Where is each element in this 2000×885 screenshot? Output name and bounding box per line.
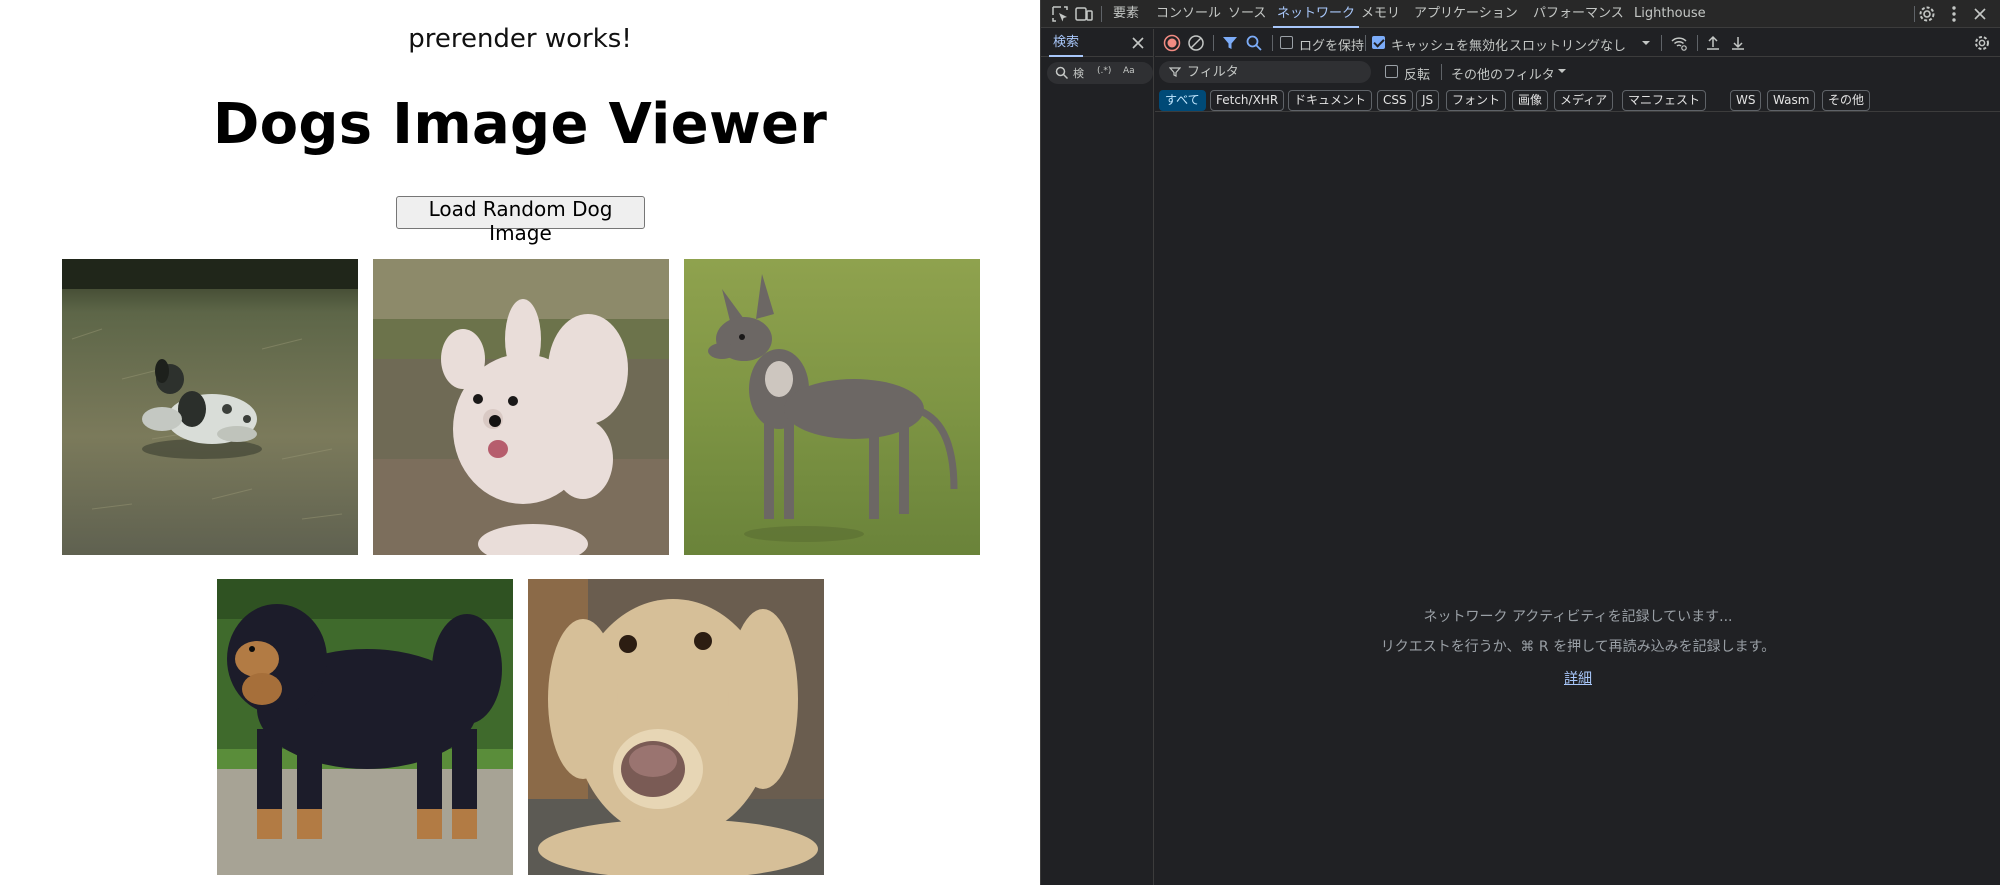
- chip-image[interactable]: 画像: [1512, 90, 1549, 111]
- preserve-log-label: ログを保持: [1299, 39, 1365, 54]
- network-conditions-icon[interactable]: [1670, 34, 1688, 52]
- chip-fetch-xhr[interactable]: Fetch/XHR: [1210, 90, 1285, 111]
- tab-elements[interactable]: 要素: [1113, 0, 1139, 28]
- chip-font[interactable]: フォント: [1446, 90, 1507, 111]
- filter-funnel-small-icon: [1168, 66, 1182, 78]
- tab-memory[interactable]: メモリ: [1361, 0, 1400, 28]
- device-toolbar-icon[interactable]: [1074, 4, 1094, 24]
- close-devtools-icon[interactable]: [1970, 4, 1990, 24]
- chip-ws[interactable]: WS: [1730, 90, 1762, 111]
- chip-media[interactable]: メディア: [1554, 90, 1614, 111]
- devtools-tabbar: 要素 コンソール ソース ネットワーク メモリ アプリケーション パフォーマンス…: [1041, 0, 2000, 28]
- tab-network[interactable]: ネットワーク: [1273, 0, 1360, 28]
- page-title: Dogs Image Viewer: [212, 92, 828, 157]
- dog-image-spaniel: [62, 259, 358, 555]
- network-settings-gear-icon[interactable]: [1973, 34, 1991, 52]
- search-panel-header: 検索: [1041, 29, 1154, 57]
- throttling-select[interactable]: スロットリングなし: [1509, 35, 1626, 54]
- search-panel: 検索 検 (.*) Aa: [1041, 29, 1154, 885]
- search-tab[interactable]: 検索: [1049, 29, 1084, 57]
- chip-css[interactable]: CSS: [1377, 90, 1413, 111]
- tab-console[interactable]: コンソール: [1156, 0, 1221, 28]
- chip-js[interactable]: JS: [1416, 90, 1440, 111]
- more-filters-chevron-icon[interactable]: [1553, 62, 1571, 80]
- disable-cache-checkbox[interactable]: [1372, 36, 1385, 49]
- close-search-icon[interactable]: [1129, 34, 1147, 52]
- chip-document[interactable]: ドキュメント: [1288, 90, 1373, 111]
- learn-more-link[interactable]: 詳細: [1155, 668, 2000, 688]
- tab-lighthouse[interactable]: Lighthouse: [1634, 0, 1706, 28]
- tab-application[interactable]: アプリケーション: [1414, 0, 1518, 28]
- more-options-icon[interactable]: [1944, 4, 1964, 24]
- chip-manifest[interactable]: マニフェスト: [1622, 90, 1707, 111]
- filter-input-box[interactable]: [1159, 61, 1371, 83]
- clear-icon[interactable]: [1187, 34, 1205, 52]
- regex-toggle[interactable]: (.*): [1097, 66, 1111, 76]
- search-input[interactable]: 検 (.*) Aa: [1047, 62, 1153, 84]
- filter-input[interactable]: [1187, 63, 1362, 81]
- tab-sources[interactable]: ソース: [1228, 0, 1266, 28]
- chip-wasm[interactable]: Wasm: [1767, 90, 1816, 111]
- record-stop-icon[interactable]: [1163, 34, 1181, 52]
- prerender-message: prerender works!: [408, 24, 632, 54]
- chevron-down-icon[interactable]: [1637, 34, 1655, 52]
- devtools-panel: 要素 コンソール ソース ネットワーク メモリ アプリケーション パフォーマンス…: [1040, 0, 2000, 885]
- resource-type-filters: すべて Fetch/XHR ドキュメント CSS JS フォント 画像 メディア…: [1155, 88, 2000, 112]
- network-toolbar: ログを保持 キャッシュを無効化 スロットリングなし: [1155, 29, 2000, 57]
- search-icon: [1055, 66, 1069, 80]
- inspect-element-icon[interactable]: [1050, 4, 1070, 24]
- search-network-icon[interactable]: [1245, 34, 1263, 52]
- disable-cache-label: キャッシュを無効化: [1391, 39, 1509, 54]
- settings-gear-icon[interactable]: [1917, 4, 1937, 24]
- invert-label: 反転: [1404, 68, 1431, 83]
- search-placeholder: 検: [1073, 67, 1084, 80]
- web-page: prerender works! Dogs Image Viewer Load …: [0, 0, 1040, 885]
- chip-other[interactable]: その他: [1822, 90, 1871, 111]
- empty-state-recording: ネットワーク アクティビティを記録しています...: [1423, 609, 1733, 625]
- empty-state-hint: リクエストを行うか、⌘ R を押して再読み込みを記録します。: [1380, 639, 1776, 655]
- more-filters-dropdown[interactable]: その他のフィルタ: [1451, 64, 1555, 83]
- dog-image-hairless: [684, 259, 980, 555]
- upload-har-icon[interactable]: [1704, 34, 1722, 52]
- chip-all[interactable]: すべて: [1159, 90, 1206, 111]
- filter-toolbar: 反転 その他のフィルタ: [1155, 58, 2000, 86]
- dog-image-mastiff: [217, 579, 513, 875]
- dog-image-golden-retriever: [528, 579, 824, 875]
- preserve-log-checkbox[interactable]: [1280, 36, 1293, 49]
- invert-checkbox[interactable]: [1385, 65, 1398, 78]
- load-random-dog-button[interactable]: Load Random Dog Image: [396, 196, 645, 245]
- filter-funnel-icon[interactable]: [1221, 34, 1239, 52]
- tab-performance[interactable]: パフォーマンス: [1533, 0, 1624, 28]
- network-panel: ログを保持 キャッシュを無効化 スロットリングなし フィルタ 反転 その他のフィ…: [1155, 29, 2000, 885]
- download-har-icon[interactable]: [1729, 34, 1747, 52]
- dog-image-fluffy-white: [373, 259, 669, 555]
- match-case-toggle[interactable]: Aa: [1123, 66, 1135, 76]
